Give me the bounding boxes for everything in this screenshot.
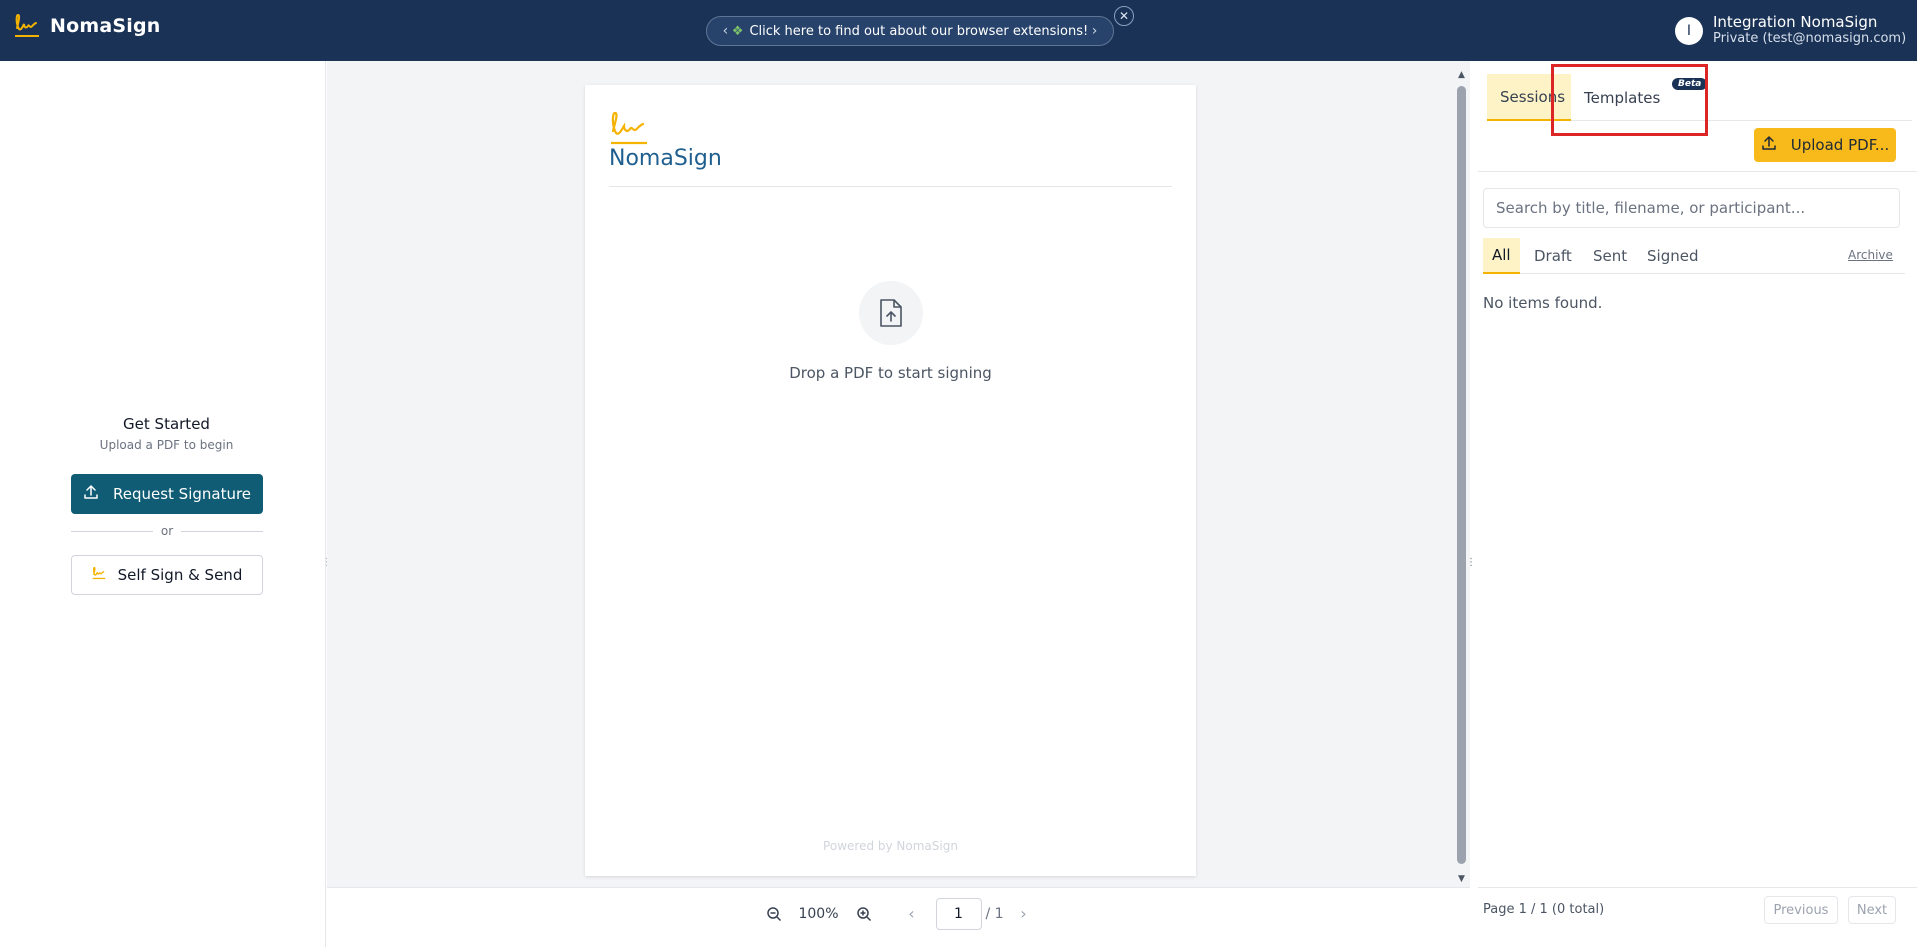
drop-pdf-text: Drop a PDF to start signing [789, 364, 992, 382]
upload-pdf-button[interactable]: Upload PDF... [1754, 128, 1896, 162]
or-divider: or [71, 524, 263, 538]
page-total: / 1 [985, 905, 1004, 922]
user-account: Private (test@nomasign.com) [1713, 31, 1907, 46]
document-brand: NomaSign [609, 146, 722, 171]
browser-extension-banner[interactable]: ‹ ❖ Click here to find out about our bro… [706, 16, 1114, 46]
user-menu[interactable]: I Integration NomaSign Private (test@nom… [1675, 14, 1906, 47]
get-started-subtitle: Upload a PDF to begin [99, 438, 234, 452]
top-navigation-bar: NomaSign ‹ ❖ Click here to find out abou… [0, 0, 1917, 61]
signature-icon [92, 566, 106, 584]
self-sign-send-label: Self Sign & Send [117, 566, 243, 584]
previous-button[interactable]: Previous [1764, 896, 1838, 924]
header-rule [609, 186, 1172, 187]
page-number-input[interactable] [935, 897, 982, 930]
chevron-right-icon[interactable]: › [1088, 23, 1101, 39]
chevron-left-icon[interactable]: ‹ [719, 23, 732, 39]
status-filter-tabs: All Draft Sent Signed [1483, 238, 1905, 274]
upload-icon [83, 484, 99, 504]
get-started-title: Get Started [123, 415, 210, 433]
zoom-out-icon[interactable] [760, 900, 788, 928]
close-icon[interactable]: ✕ [1114, 6, 1134, 26]
puzzle-icon: ❖ [731, 23, 744, 39]
powered-by-text: Powered by NomaSign [823, 839, 958, 853]
zoom-level: 100% [798, 905, 839, 922]
previous-page-icon[interactable]: ‹ [898, 904, 926, 923]
signature-logo-icon [609, 109, 649, 151]
divider-line [71, 530, 153, 532]
filter-draft[interactable]: Draft [1525, 238, 1581, 274]
user-info: Integration NomaSign Private (test@nomas… [1713, 14, 1906, 47]
filter-sent[interactable]: Sent [1584, 238, 1636, 274]
request-signature-label: Request Signature [112, 485, 252, 503]
banner-text: Click here to find out about our browser… [749, 23, 1089, 39]
next-page-icon[interactable]: › [1010, 904, 1038, 923]
self-sign-send-button[interactable]: Self Sign & Send [71, 555, 263, 595]
panel-divider [1478, 171, 1917, 172]
viewer-toolbar: 100% ‹ / 1 › [327, 887, 1470, 939]
divider-line [181, 530, 263, 532]
left-panel: Get Started Upload a PDF to begin Reques… [0, 61, 326, 947]
user-name: Integration NomaSign [1713, 13, 1878, 31]
or-label: or [160, 524, 174, 538]
filter-signed[interactable]: Signed [1638, 238, 1707, 274]
templates-tab-highlight [1551, 64, 1708, 136]
request-signature-button[interactable]: Request Signature [71, 474, 263, 514]
filter-all[interactable]: All [1483, 238, 1520, 274]
upload-pdf-label: Upload PDF... [1790, 136, 1890, 154]
brand[interactable]: NomaSign [14, 12, 161, 39]
grip-icon: ⋮ [1466, 557, 1476, 568]
search-input[interactable] [1483, 188, 1900, 228]
file-upload-icon[interactable] [859, 281, 923, 345]
pager-divider [1478, 887, 1917, 888]
document-viewer: NomaSign Drop a PDF to start signing Pow… [327, 61, 1470, 887]
document-page[interactable]: NomaSign Drop a PDF to start signing Pow… [585, 85, 1196, 876]
pagination-status: Page 1 / 1 (0 total) [1483, 902, 1605, 917]
next-button[interactable]: Next [1848, 896, 1896, 924]
zoom-in-icon[interactable] [850, 900, 878, 928]
brand-name: NomaSign [50, 14, 161, 37]
banner-content: ❖ Click here to find out about our brows… [732, 24, 1088, 39]
empty-state-message: No items found. [1483, 294, 1603, 312]
archive-link[interactable]: Archive [1848, 248, 1893, 262]
upload-icon [1761, 135, 1777, 155]
signature-logo-icon [14, 12, 40, 39]
avatar: I [1675, 16, 1703, 45]
right-resize-handle[interactable]: ⋮ [1465, 61, 1476, 947]
